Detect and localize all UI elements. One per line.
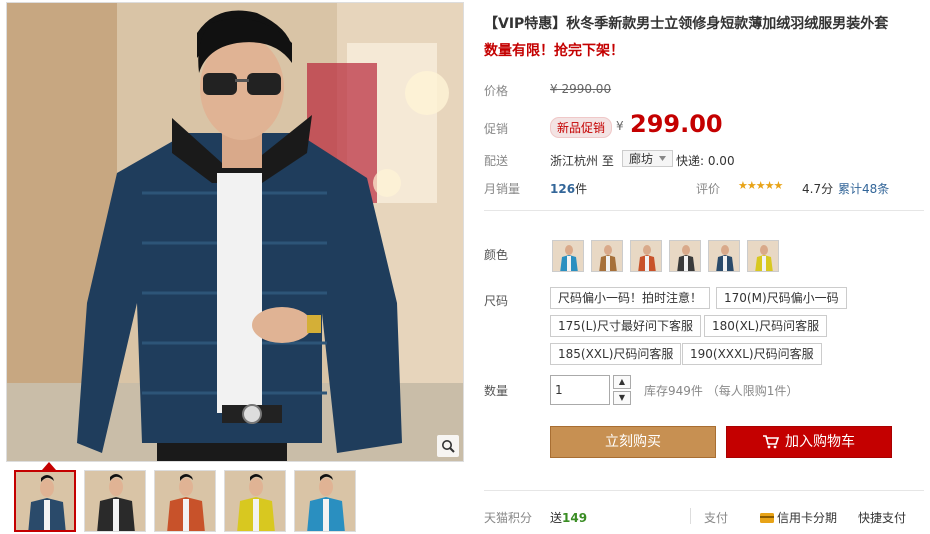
swatch-image bbox=[553, 241, 583, 271]
review-label: 评价 bbox=[696, 182, 721, 196]
credit-installment-link[interactable]: 信用卡分期 bbox=[760, 509, 837, 526]
product-title: 【VIP特惠】秋冬季新款男士立领修身短款薄加绒羽绒服男装外套 bbox=[484, 16, 889, 32]
current-price: 299.00 bbox=[630, 110, 723, 138]
promo-badge: 新品促销 bbox=[550, 117, 613, 138]
points-reward: 送149 bbox=[550, 509, 587, 526]
gallery-thumbnail[interactable] bbox=[224, 470, 286, 532]
color-options bbox=[552, 240, 779, 272]
swatch-image bbox=[592, 241, 622, 271]
main-product-photo[interactable] bbox=[6, 2, 464, 462]
product-gallery bbox=[6, 0, 466, 534]
shipping-fee: 快递: 0.00 bbox=[676, 154, 735, 168]
stock-info: 库存949件 （每人限购1件） bbox=[644, 384, 799, 398]
swatch-image bbox=[631, 241, 661, 271]
size-option[interactable]: 185(XXL)尺码问客服 bbox=[550, 343, 682, 365]
color-swatch[interactable] bbox=[630, 240, 662, 272]
thumbnail-image bbox=[295, 471, 355, 531]
color-swatch[interactable] bbox=[591, 240, 623, 272]
promo-label: 促销 bbox=[484, 122, 509, 136]
destination-value: 廊坊 bbox=[629, 152, 654, 166]
gallery-thumbnail[interactable] bbox=[14, 470, 76, 532]
chevron-up-icon: ▲ bbox=[618, 377, 626, 386]
shipping-label: 配送 bbox=[484, 154, 509, 168]
color-swatch[interactable] bbox=[747, 240, 779, 272]
thumbnail-list bbox=[14, 470, 356, 532]
size-option[interactable]: 175(L)尺寸最好问下客服 bbox=[550, 315, 701, 337]
points-prefix: 送 bbox=[550, 511, 563, 525]
quantity-increase-button[interactable]: ▲ bbox=[613, 375, 631, 389]
thumbnail-image bbox=[225, 471, 285, 531]
original-price: ¥ 2990.00 bbox=[550, 82, 612, 96]
gallery-thumbnail[interactable] bbox=[84, 470, 146, 532]
gallery-thumbnail[interactable] bbox=[154, 470, 216, 532]
color-swatch[interactable] bbox=[669, 240, 701, 272]
size-option[interactable]: 尺码偏小一码！拍时注意！ bbox=[550, 287, 711, 309]
magnifier-icon bbox=[442, 440, 455, 453]
color-swatch[interactable] bbox=[552, 240, 584, 272]
chevron-down-icon: ▼ bbox=[618, 393, 626, 402]
monthly-sales: 126件 bbox=[550, 180, 587, 197]
zoom-button[interactable] bbox=[437, 435, 459, 457]
model-illustration bbox=[7, 3, 463, 461]
thumbnail-image bbox=[16, 472, 74, 530]
credit-card-icon bbox=[760, 512, 774, 523]
thumbnail-image bbox=[155, 471, 215, 531]
add-to-cart-button[interactable]: 加入购物车 bbox=[726, 426, 892, 458]
add-to-cart-label: 加入购物车 bbox=[785, 434, 855, 450]
size-option[interactable]: 180(XL)尺码问客服 bbox=[704, 315, 828, 337]
color-swatch[interactable] bbox=[708, 240, 740, 272]
swatch-image bbox=[670, 241, 700, 271]
price-label: 价格 bbox=[484, 84, 509, 98]
cart-icon bbox=[763, 435, 779, 449]
sales-label: 月销量 bbox=[484, 182, 521, 196]
sales-unit: 件 bbox=[575, 182, 588, 196]
sales-count: 126 bbox=[550, 182, 576, 196]
size-option[interactable]: 190(XXXL)尺码问客服 bbox=[682, 343, 822, 365]
swatch-image bbox=[748, 241, 778, 271]
points-value: 149 bbox=[562, 511, 588, 525]
buy-now-button[interactable]: 立刻购买 bbox=[550, 426, 716, 458]
thumbnail-image bbox=[85, 471, 145, 531]
color-label: 颜色 bbox=[484, 248, 509, 262]
ship-from: 浙江杭州 至 bbox=[550, 154, 614, 168]
size-option[interactable]: 170(M)尺码偏小一码 bbox=[716, 287, 847, 309]
credit-installment-label: 信用卡分期 bbox=[777, 511, 838, 525]
quantity-input[interactable]: 1 bbox=[550, 375, 610, 405]
divider bbox=[690, 508, 691, 524]
quantity-label: 数量 bbox=[484, 384, 509, 398]
gallery-thumbnail[interactable] bbox=[294, 470, 356, 532]
size-label: 尺码 bbox=[484, 294, 509, 308]
divider bbox=[484, 210, 924, 211]
points-label: 天猫积分 bbox=[484, 511, 533, 525]
chevron-down-icon bbox=[659, 156, 667, 161]
currency-symbol: ¥ bbox=[616, 119, 624, 133]
rating-score: 4.7分 bbox=[802, 182, 834, 196]
quick-pay-link[interactable]: 快捷支付 bbox=[858, 509, 906, 526]
thumbnail-indicator bbox=[42, 462, 56, 470]
rating-stars: ★★★★★ bbox=[738, 179, 783, 192]
quantity-decrease-button[interactable]: ▼ bbox=[613, 391, 631, 405]
divider bbox=[484, 490, 924, 491]
destination-select[interactable]: 廊坊 bbox=[622, 150, 674, 167]
product-subtitle: 数量有限！抢完下架！ bbox=[484, 43, 624, 59]
swatch-image bbox=[709, 241, 739, 271]
payment-label: 支付 bbox=[704, 511, 729, 525]
review-count-link[interactable]: 累计48条 bbox=[838, 180, 889, 197]
